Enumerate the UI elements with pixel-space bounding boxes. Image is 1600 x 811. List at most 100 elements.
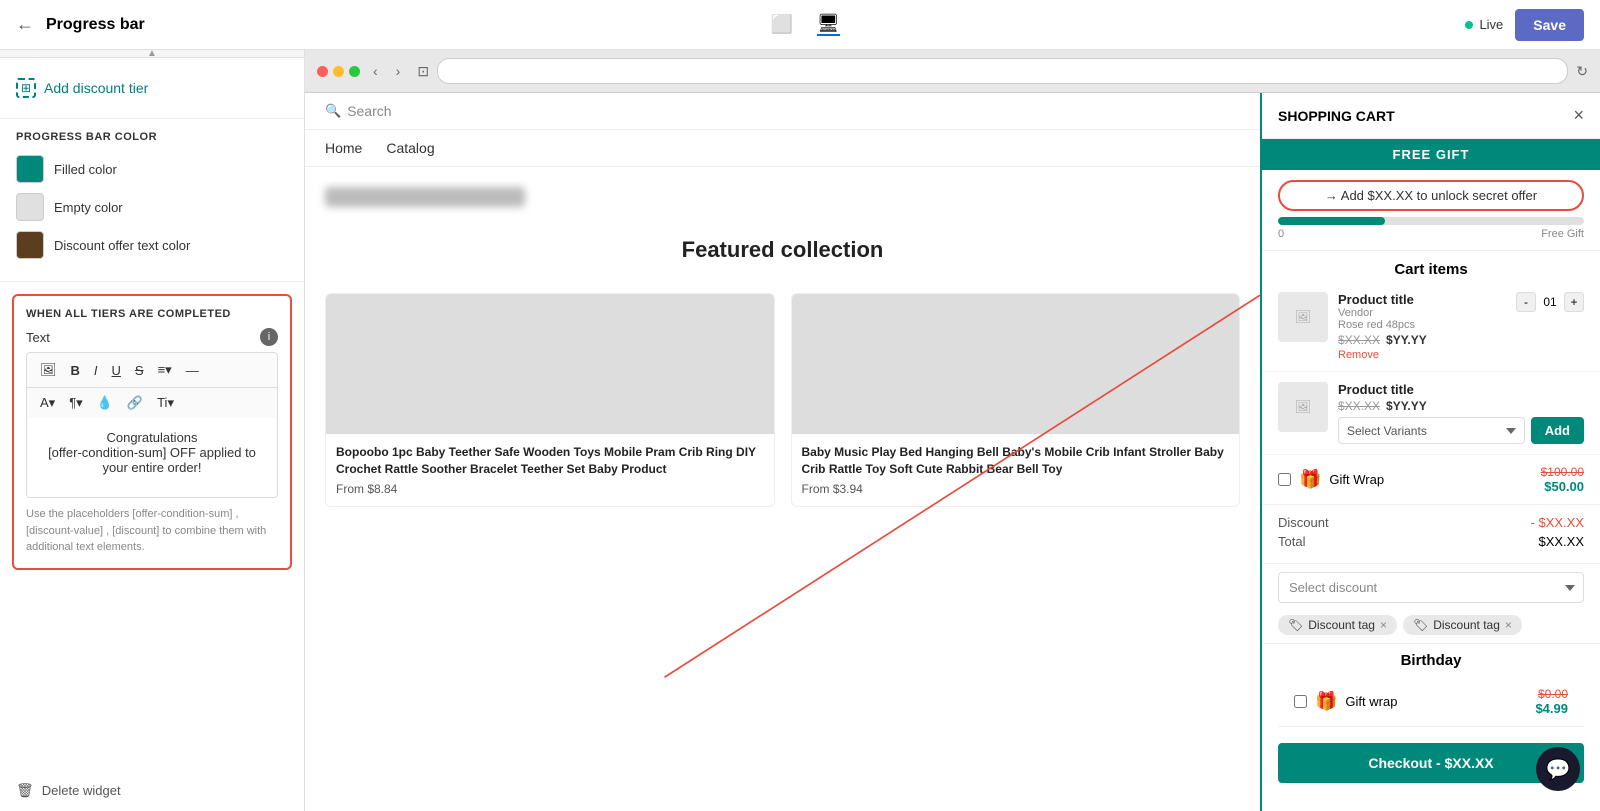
dot-yellow [333,66,344,77]
offer-arrow-icon: → [1325,188,1338,203]
nav-home[interactable]: Home [325,140,362,156]
discount-total-section: Discount - $XX.XX Total $XX.XX [1262,505,1600,564]
cart-header: SHOPPING CART × [1262,93,1600,139]
editor-line2: [offer-condition-sum] OFF applied to you… [39,445,265,475]
nav-catalog[interactable]: Catalog [386,140,434,156]
item-price-new-0: $YY.YY [1386,333,1427,347]
cart-item-add: 🖼 Product title $XX.XX $YY.YY Select Var… [1262,372,1600,455]
shop-nav: Home Catalog [305,130,1260,167]
live-indicator: Live [1465,17,1503,32]
discount-tag-0: 🏷 Discount tag × [1278,615,1397,635]
qty-minus-0[interactable]: - [1516,292,1536,312]
empty-color-label: Empty color [54,200,123,215]
tag-close-1[interactable]: × [1505,618,1512,632]
url-bar[interactable] [437,58,1568,84]
product-img-1 [792,294,1240,434]
trash-icon: 🗑 [16,782,34,799]
delete-label: Delete widget [42,783,121,798]
select-variants[interactable]: Select Variants [1338,417,1525,444]
discount-color-label: Discount offer text color [54,238,190,253]
progress-start: 0 [1278,228,1284,240]
toolbar-image[interactable]: 🖼 [35,359,62,381]
main-layout: ▲ ⊞ Add discount tier PROGRESS BAR COLOR… [0,50,1600,811]
birthday-gift-wrap-row: 🎁 Gift wrap $0.00 $4.99 [1278,677,1584,727]
add-item-price-row: $XX.XX $YY.YY [1338,399,1584,413]
empty-color-swatch[interactable] [16,193,44,221]
birthday-gift-checkbox[interactable] [1294,695,1307,708]
device-switcher: ⬜ 🖥 [770,13,839,36]
shop-main: Featured collection Bopoobo 1pc Baby Tee… [305,167,1260,527]
add-item-button[interactable]: Add [1531,417,1584,444]
product-grid: Bopoobo 1pc Baby Teether Safe Wooden Toy… [325,293,1240,507]
toolbar-link[interactable]: 🔗 [122,392,148,414]
toolbar-highlight[interactable]: 💧 [92,392,118,414]
scroll-indicator: ▲ [0,50,304,58]
toolbar-text-format[interactable]: Ti▾ [152,392,179,414]
desktop-icon[interactable]: 🖥 [817,13,840,36]
search-icon: 🔍 [325,103,341,119]
progress-bar-color-label: PROGRESS BAR COLOR [16,131,288,143]
product-card-0[interactable]: Bopoobo 1pc Baby Teether Safe Wooden Toy… [325,293,775,507]
tiers-title: WHEN ALL TIERS ARE COMPLETED [26,308,278,320]
toolbar-strikethrough[interactable]: S [130,360,149,381]
shop-header: 🔍 Search [305,93,1260,130]
item-price-row-0: $XX.XX $YY.YY [1338,333,1506,347]
add-item-price-old: $XX.XX [1338,399,1380,413]
delete-widget-button[interactable]: 🗑 Delete widget [0,770,304,811]
search-text: Search [347,103,391,119]
discount-color-row: Discount offer text color [16,231,288,259]
discount-row: Discount - $XX.XX [1278,515,1584,530]
toolbar-bold[interactable]: B [66,360,85,381]
product-title-0: Bopoobo 1pc Baby Teether Safe Wooden Toy… [336,444,764,478]
gift-wrap-checkbox[interactable] [1278,473,1291,486]
browser-forward-btn[interactable]: › [391,61,406,81]
filled-color-swatch[interactable] [16,155,44,183]
toolbar-font-color[interactable]: A▾ [35,392,60,414]
birthday-section: Birthday 🎁 Gift wrap $0.00 $4.99 [1262,643,1600,735]
top-bar-right: Live Save [1465,9,1584,41]
add-discount-tier-button[interactable]: ⊞ Add discount tier [16,70,288,106]
tag-close-0[interactable]: × [1380,618,1387,632]
back-button[interactable]: ← [16,14,34,35]
product-card-1[interactable]: Baby Music Play Bed Hanging Bell Baby's … [791,293,1241,507]
birthday-gift-price-new: $4.99 [1535,701,1568,716]
cart-items-title: Cart items [1262,251,1600,282]
add-discount-label: Add discount tier [44,80,148,96]
save-button[interactable]: Save [1515,9,1584,41]
gift-wrap-label: Gift Wrap [1329,472,1532,487]
cart-close-button[interactable]: × [1573,105,1584,126]
remove-link-0[interactable]: Remove [1338,349,1506,361]
search-box[interactable]: 🔍 Search [325,103,392,119]
product-img-0 [326,294,774,434]
toolbar-align[interactable]: ≡▾ [153,359,177,381]
total-value: $XX.XX [1538,534,1584,549]
discount-color-swatch[interactable] [16,231,44,259]
browser-area: ‹ › ⊡ ↻ 🔍 Search Home Catalog [305,50,1600,811]
gift-wrap-price-new: $50.00 [1541,479,1584,494]
info-icon[interactable]: i [260,328,278,346]
product-price-1: From $3.94 [802,482,1230,496]
toolbar-underline[interactable]: U [107,360,126,381]
browser-back-btn[interactable]: ‹ [368,61,383,81]
gift-wrap-row: 🎁 Gift Wrap $100.00 $50.00 [1262,455,1600,505]
add-discount-icon: ⊞ [16,78,36,98]
chat-bubble[interactable]: 💬 [1536,747,1580,791]
product-info-1: Baby Music Play Bed Hanging Bell Baby's … [792,434,1240,506]
add-item-title: Product title [1338,382,1584,397]
editor-content[interactable]: Congratulations [offer-condition-sum] OF… [26,418,278,498]
toolbar-paragraph[interactable]: ¶▾ [64,392,88,414]
browser-expand-btn[interactable]: ⊡ [417,63,429,80]
item-vendor-0: Vendor [1338,307,1506,319]
top-bar-left: ← Progress bar [16,14,145,35]
tablet-icon[interactable]: ⬜ [770,14,792,35]
qty-val-0: 01 [1540,295,1560,309]
text-label-row: Text i [26,328,278,346]
toolbar-italic[interactable]: I [89,360,103,381]
qty-plus-0[interactable]: + [1564,292,1584,312]
birthday-gift-price-old: $0.00 [1535,687,1568,701]
toolbar-minus[interactable]: — [181,360,204,381]
birthday-gift-label: Gift wrap [1345,694,1527,709]
select-discount[interactable]: Select discount [1278,572,1584,603]
cart-item-0: 🖼 Product title Vendor Rose red 48pcs $X… [1262,282,1600,372]
browser-reload-btn[interactable]: ↻ [1576,63,1588,80]
